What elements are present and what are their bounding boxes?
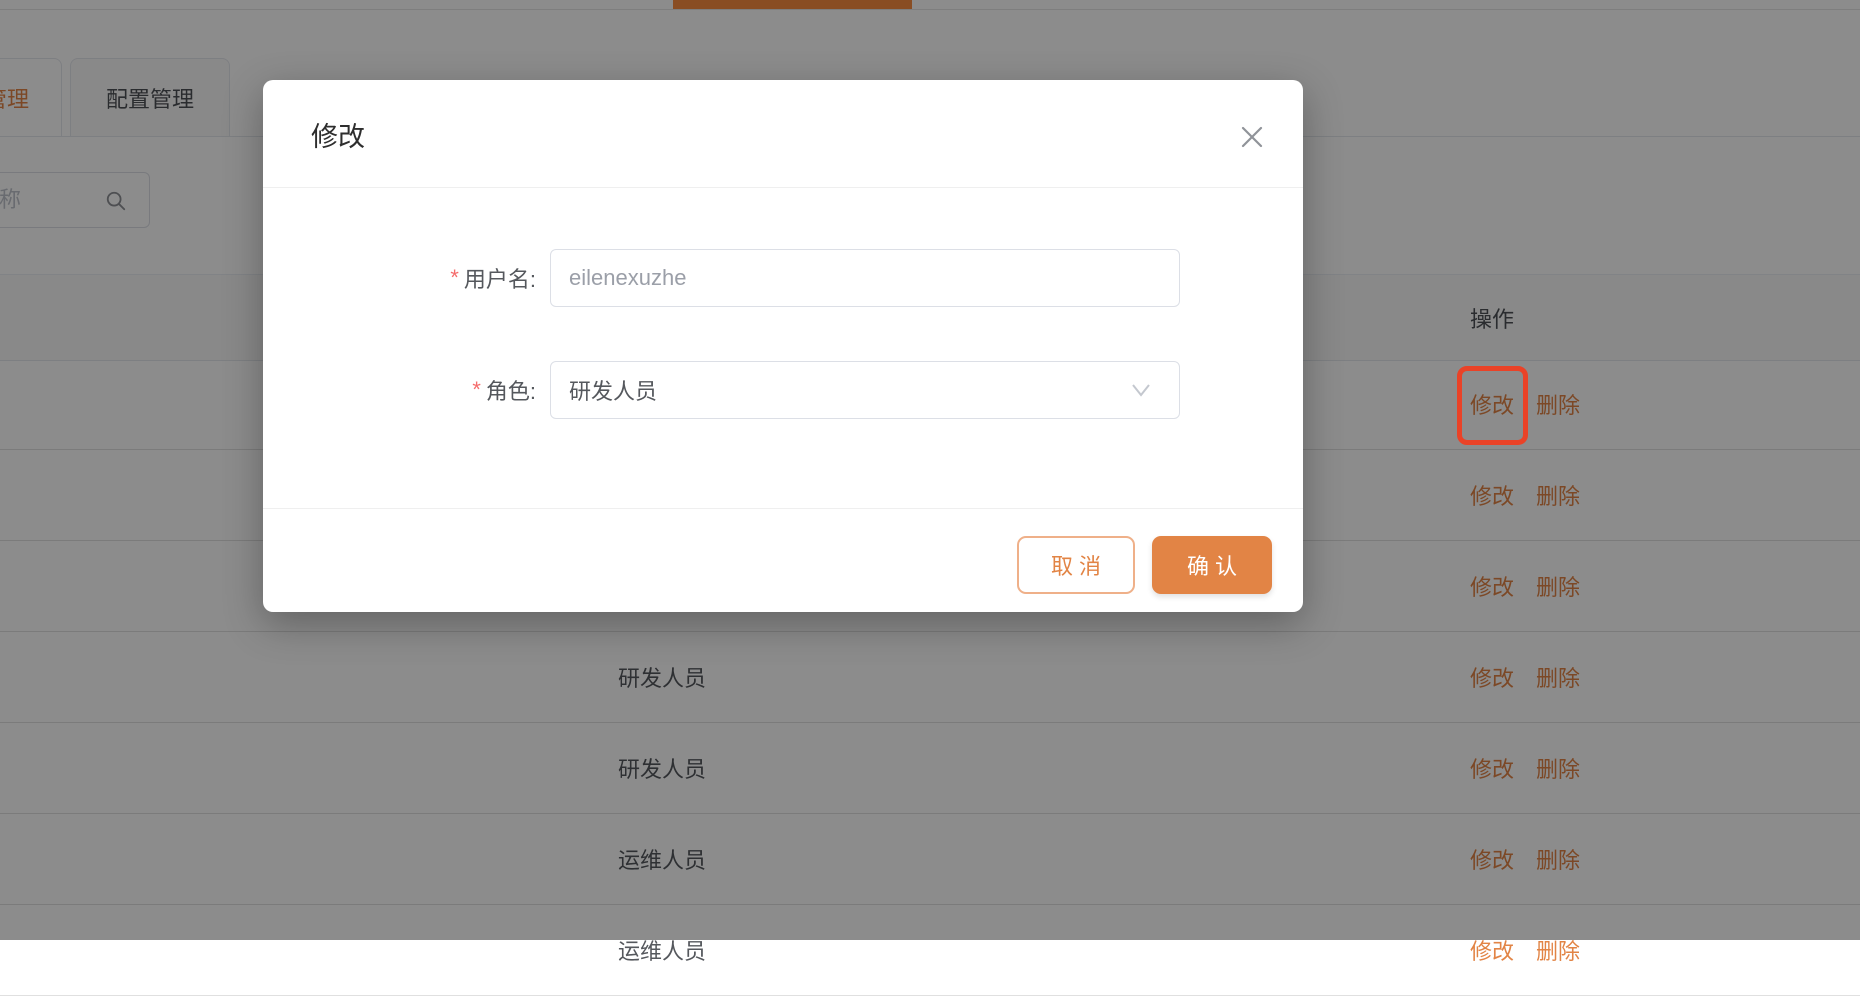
role-label: * 角色:: [263, 361, 536, 419]
edit-dialog: 修改 * 用户名: * 角色: 研发人员 取 消 确 认: [263, 80, 1303, 612]
username-field[interactable]: [550, 249, 1180, 307]
chevron-down-icon: [1131, 383, 1151, 397]
confirm-button[interactable]: 确 认: [1152, 536, 1272, 594]
required-asterisk: *: [449, 265, 458, 291]
dialog-header: 修改: [263, 80, 1303, 188]
dialog-footer: 取 消 确 认: [263, 508, 1303, 612]
cancel-button[interactable]: 取 消: [1017, 536, 1135, 594]
role-select[interactable]: 研发人员: [550, 361, 1180, 419]
dialog-title: 修改: [311, 80, 365, 188]
required-asterisk: *: [471, 377, 480, 403]
username-label: * 用户名:: [263, 249, 536, 307]
role-select-value: 研发人员: [569, 362, 657, 418]
close-icon[interactable]: [1237, 122, 1267, 152]
